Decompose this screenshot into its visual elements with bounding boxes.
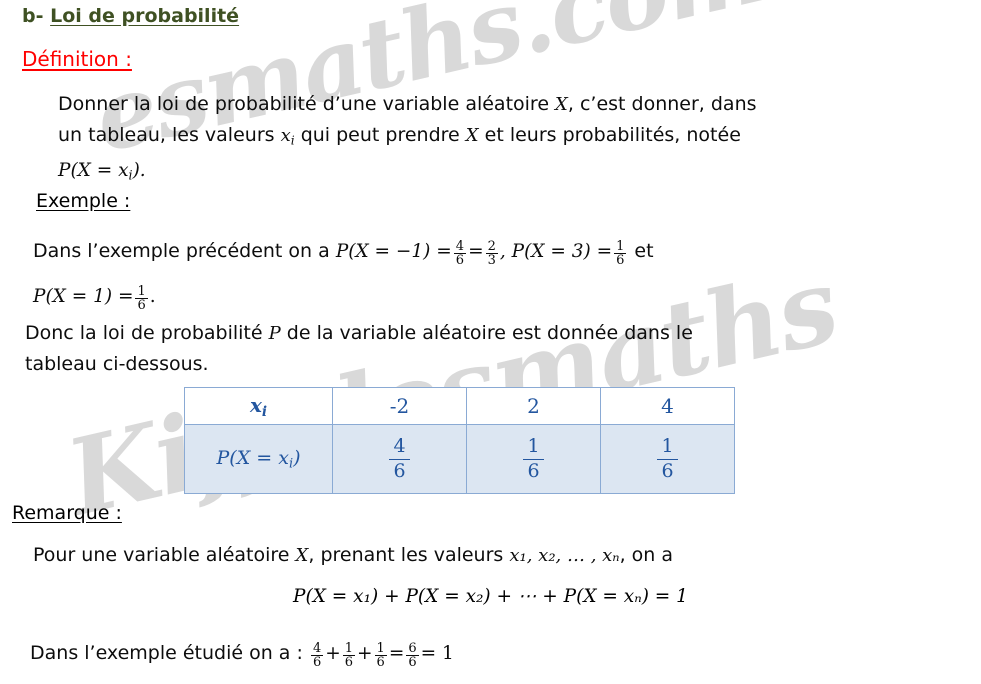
definition-var-xi-base: x: [280, 125, 291, 146]
definition-line2-b: qui peut prendre: [294, 124, 466, 146]
fraction-numerator: 4: [393, 434, 406, 457]
definition-label: Définition :: [22, 47, 132, 71]
exemple-et: et: [628, 240, 654, 262]
table-fraction-3: 16: [657, 434, 678, 484]
final-line: Dans l’exemple étudié on a : 4 6 +1 6 +1 6 = 6 6…: [30, 638, 930, 669]
final-equals-1: =: [388, 643, 405, 664]
table-header-value-3: 4: [600, 387, 735, 425]
fraction-numerator: 4: [312, 640, 322, 656]
exemple-eq-mid: =: [468, 241, 484, 262]
exemple-label: Exemple :: [36, 190, 131, 212]
exemple-fraction-2-3: 23: [485, 238, 498, 268]
fraction-numerator: 2: [487, 238, 496, 254]
exemple-paragraph: Dans l’exemple précédent on a P(X = −1) …: [33, 229, 953, 319]
table-cell-probability-1: 46: [332, 424, 467, 494]
fraction-denominator: 6: [453, 252, 467, 268]
table-fraction-1: 46: [389, 434, 410, 484]
fraction-numerator: 1: [137, 283, 146, 299]
fraction-denominator: 6: [374, 654, 387, 670]
definition-line2-a: un tableau, les valeurs: [58, 124, 281, 146]
remarque-label: Remarque :: [12, 502, 122, 524]
table-row-label-end: ): [293, 446, 301, 469]
table-header-xi-sub: i: [261, 403, 268, 420]
table-row: P(X = xi) 46 16 16: [184, 424, 735, 494]
fraction-numerator: 1: [344, 640, 354, 656]
definition-var-xi: xi: [280, 125, 295, 147]
fraction-denominator: 6: [310, 654, 324, 670]
remarque-equation: P(X = x₁) + P(X = x₂) + ⋯ + P(X = xₙ) = …: [0, 585, 981, 607]
remarque-equation-body: P(X = x₁) + P(X = x₂) + ⋯ + P(X = xₙ) = …: [293, 586, 688, 607]
exemple-fraction-1-6-a: 16: [614, 238, 627, 268]
final-lead: Dans l’exemple étudié on a :: [30, 642, 309, 664]
final-fraction-6-6: 66: [406, 640, 419, 670]
remarque-line1-c: , on a: [619, 544, 674, 566]
fraction-denominator: 6: [389, 458, 410, 484]
fraction-denominator: 6: [657, 458, 678, 484]
fraction-denominator: 6: [135, 297, 148, 313]
definition-var-x2: X: [465, 125, 479, 146]
fraction-denominator: 6: [523, 458, 544, 484]
fraction-denominator: 6: [406, 654, 419, 670]
table-cell-probability-3: 16: [600, 424, 735, 494]
final-equals-2: = 1: [420, 643, 454, 664]
table-header-value-1: -2: [332, 387, 467, 425]
donc-paragraph: Donc la loi de probabilité P de la varia…: [25, 318, 905, 380]
exemple-expr2-text: , P(X = 3) =: [499, 241, 613, 262]
definition-line1-b: , c’est donner, dans: [567, 93, 757, 115]
fraction-denominator: 3: [485, 252, 498, 268]
fraction-denominator: 6: [342, 654, 356, 670]
remarque-line1-a: Pour une variable aléatoire: [33, 544, 296, 566]
remarque-var-x: X: [295, 545, 309, 566]
exemple-line2-end: .: [149, 286, 156, 307]
exemple-expr1: P(X = −1) =: [336, 241, 452, 262]
table-header-xi-base: x: [249, 392, 262, 417]
fraction-numerator: 1: [527, 434, 540, 457]
probability-table: xi -2 2 4 P(X = xi) 46 16 16: [184, 387, 735, 494]
heading-prefix: b-: [22, 5, 51, 27]
exemple-expr2: , P(X = 3) =: [500, 241, 612, 262]
remarque-line1-b: , prenant les valeurs: [308, 544, 510, 566]
document-page: b- Loi de probabilité Définition : Donne…: [0, 0, 981, 684]
definition-var-x: X: [555, 94, 568, 115]
exemple-fraction-4-6: 46: [453, 238, 467, 268]
final-fraction-1-6-a: 16: [342, 640, 356, 670]
definition-line3-end: ).: [132, 160, 146, 182]
table-header-value-2: 2: [466, 387, 601, 425]
table-row-label-probability: P(X = xi): [184, 424, 333, 494]
exemple-line2-expr: P(X = 1) =: [33, 286, 133, 307]
exemple-fraction-1-6-b: 16: [135, 283, 148, 313]
heading-title: Loi de probabilité: [50, 5, 240, 27]
table-cell-probability-2: 16: [466, 424, 601, 494]
table-row-header: xi -2 2 4: [184, 387, 735, 425]
fraction-denominator: 6: [614, 252, 627, 268]
remarque-vars-list: x₁, x₂, … , xₙ: [509, 545, 620, 566]
definition-line3-math: P(X = xi).: [58, 160, 146, 183]
final-plus-2: +: [357, 643, 373, 664]
remarque-equation-text: P(X = x₁) + P(X = x₂) + ⋯ + P(X = xₙ) = …: [293, 586, 688, 607]
donc-var-p: P: [268, 323, 281, 344]
final-fraction-4-6: 46: [310, 640, 324, 670]
donc-line2: tableau ci-dessous.: [25, 353, 209, 375]
table-row-label-base: P(X = x: [216, 446, 289, 469]
definition-line2-c: et leurs probabilités, notée: [478, 124, 741, 146]
final-plus-1: +: [325, 643, 341, 664]
donc-line1-a: Donc la loi de probabilité: [25, 322, 269, 344]
fraction-numerator: 1: [661, 434, 674, 457]
fraction-numerator: 4: [455, 238, 465, 254]
table-fraction-2: 16: [523, 434, 544, 484]
fraction-numerator: 1: [376, 640, 385, 656]
definition-line3-base: P(X = x: [58, 160, 129, 182]
fraction-numerator: 1: [616, 238, 625, 254]
fraction-numerator: 6: [408, 640, 417, 656]
remarque-paragraph: Pour une variable aléatoire X, prenant l…: [33, 540, 933, 571]
table-header-label-xi: xi: [184, 387, 333, 425]
definition-paragraph: Donner la loi de probabilité d’une varia…: [58, 89, 938, 191]
definition-line1-a: Donner la loi de probabilité d’une varia…: [58, 93, 556, 115]
donc-line1-b: de la variable aléatoire est donnée dans…: [280, 322, 693, 344]
final-fraction-1-6-b: 16: [374, 640, 387, 670]
exemple-line2-text: P(X = 1) =: [33, 286, 134, 307]
exemple-lead: Dans l’exemple précédent on a: [33, 240, 336, 262]
section-heading-loi-de-probabilite: b- Loi de probabilité: [22, 5, 239, 27]
exemple-expr1-text: P(X = −1) =: [335, 241, 452, 262]
